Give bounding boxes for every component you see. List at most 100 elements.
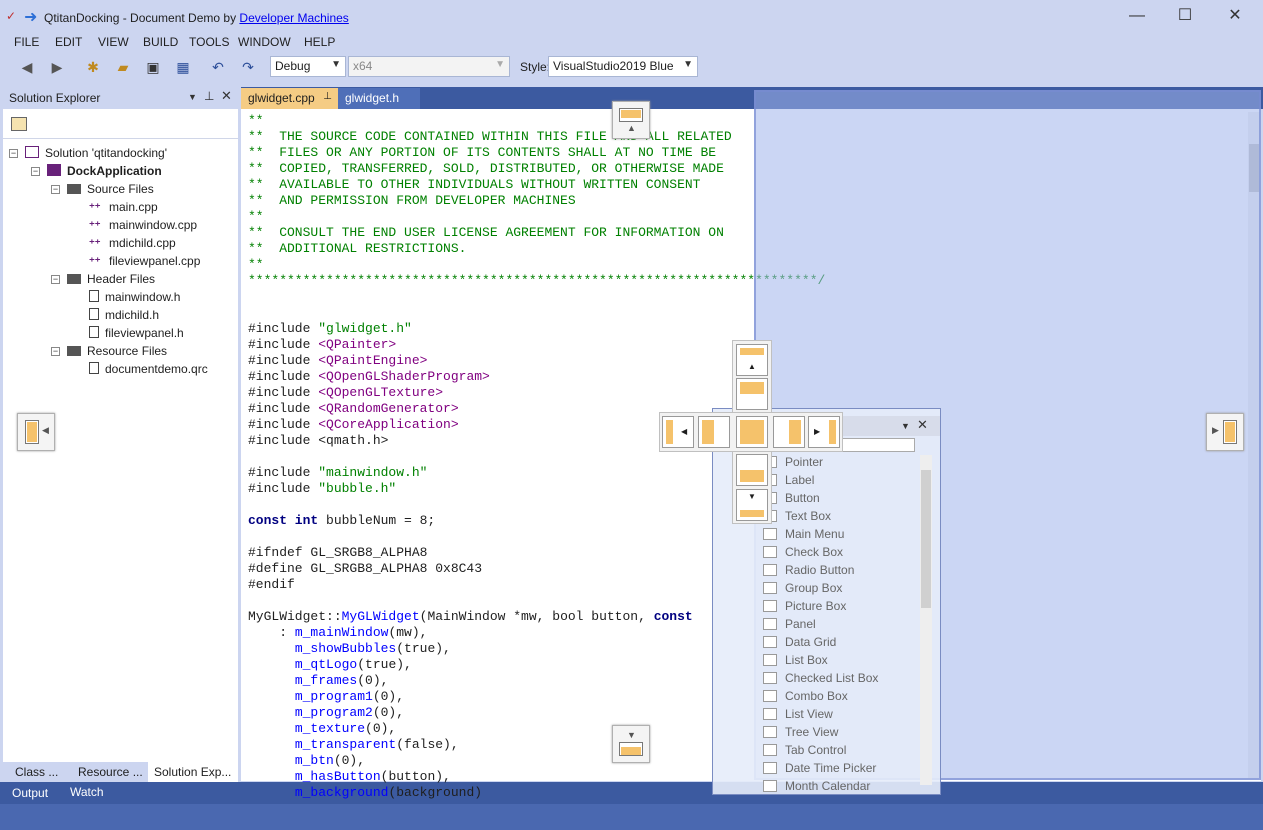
toolbox-item[interactable]: Label <box>785 473 814 487</box>
dock-outer-right[interactable]: ▶ <box>808 416 840 448</box>
save-all-icon[interactable]: ▦ <box>172 56 194 78</box>
code-token: (0), <box>365 721 397 736</box>
dock-inner-right[interactable] <box>773 416 805 448</box>
toolbox-item[interactable]: Date Time Picker <box>785 761 876 775</box>
toolbox-item[interactable]: Panel <box>785 617 816 631</box>
collapse-icon[interactable]: − <box>51 347 60 356</box>
dock-outer-left[interactable]: ◀ <box>662 416 694 448</box>
dock-outer-top[interactable]: ▲ <box>736 344 768 376</box>
minimize-button[interactable]: — <box>1114 0 1160 32</box>
code-line: ** <box>248 209 825 225</box>
toolbox-item[interactable]: Radio Button <box>785 563 854 577</box>
pin-icon[interactable]: ⊥ <box>204 89 214 103</box>
dropdown-icon[interactable]: ▼ <box>188 92 197 102</box>
code-token: <QOpenGLTexture> <box>318 385 444 400</box>
tab-solution-explorer[interactable]: Solution Exp... <box>148 762 238 782</box>
tab-glwidget-h[interactable]: glwidget.h <box>338 88 420 109</box>
code-token: <QRandomGenerator> <box>318 401 459 416</box>
dock-center[interactable] <box>736 416 768 448</box>
dock-inner-bottom[interactable] <box>736 454 768 486</box>
toolbox-item[interactable]: Month Calendar <box>785 779 870 793</box>
code-token: m_hasButton <box>294 769 381 784</box>
toolbox-item[interactable]: List Box <box>785 653 828 667</box>
menu-window[interactable]: WINDOW <box>238 35 291 49</box>
tab-glwidget-cpp[interactable]: glwidget.cpp ⊥ <box>241 88 338 109</box>
collapse-icon[interactable]: − <box>51 185 60 194</box>
tab-class-view[interactable]: Class ... <box>9 762 64 782</box>
collapse-icon[interactable]: − <box>51 275 60 284</box>
scrollbar-thumb[interactable] <box>921 470 931 608</box>
maximize-button[interactable]: ☐ <box>1162 0 1208 32</box>
tree-item[interactable]: fileviewpanel.h <box>89 326 184 340</box>
tree-item[interactable]: documentdemo.qrc <box>89 362 208 376</box>
undo-icon[interactable]: ↶ <box>207 56 229 78</box>
toolbox-item[interactable]: Picture Box <box>785 599 846 613</box>
toolbox-item-icon <box>763 600 777 612</box>
menu-file[interactable]: FILE <box>14 35 39 49</box>
tree-item[interactable]: Source Files <box>67 182 154 196</box>
tab-resource-view[interactable]: Resource ... <box>72 762 149 782</box>
menu-help[interactable]: HELP <box>304 35 335 49</box>
configuration-select[interactable]: Debug ▼ <box>270 56 346 77</box>
toolbox-item[interactable]: Tree View <box>785 725 838 739</box>
menu-tools[interactable]: TOOLS <box>189 35 229 49</box>
tree-item[interactable]: DockApplication <box>47 164 162 178</box>
back-icon[interactable]: ◀ <box>16 56 38 78</box>
tree-item[interactable]: ⁺⁺ fileviewpanel.cpp <box>89 254 200 268</box>
tree-item[interactable]: ⁺⁺ mdichild.cpp <box>89 236 176 250</box>
platform-select[interactable]: x64 ▼ <box>348 56 510 77</box>
toolbox-item[interactable]: Text Box <box>785 509 831 523</box>
collapse-icon[interactable]: − <box>31 167 40 176</box>
tree-item[interactable]: ⁺⁺ mainwindow.cpp <box>89 218 197 232</box>
tree-item[interactable]: ⁺⁺ main.cpp <box>89 200 158 214</box>
code-token: (0), <box>333 753 366 768</box>
toolbox-item[interactable]: Tab Control <box>785 743 846 757</box>
tree-item[interactable]: Solution 'qtitandocking' <box>25 146 167 160</box>
dock-guide-top[interactable]: ▲ <box>612 101 650 139</box>
open-folder-icon[interactable]: ▰ <box>112 56 134 78</box>
close-icon[interactable]: ✕ <box>221 88 232 104</box>
toolbox-item[interactable]: Checked List Box <box>785 671 878 685</box>
menu-build[interactable]: BUILD <box>143 35 178 49</box>
tree-item[interactable]: Header Files <box>67 272 155 286</box>
new-file-icon[interactable]: ✱ <box>82 56 104 78</box>
toolbox-item[interactable]: Data Grid <box>785 635 836 649</box>
redo-icon[interactable]: ↷ <box>237 56 259 78</box>
toolbox-item[interactable]: Group Box <box>785 581 842 595</box>
dock-guide-left[interactable]: ◀ <box>17 413 55 451</box>
tree-item[interactable]: mdichild.h <box>89 308 159 322</box>
style-select[interactable]: VisualStudio2019 Blue ▼ <box>548 56 698 77</box>
dropdown-icon[interactable]: ▼ <box>901 421 910 431</box>
toolbox-item[interactable]: Check Box <box>785 545 843 559</box>
toolbox-item[interactable]: Combo Box <box>785 689 848 703</box>
tab-output[interactable]: Output <box>12 786 48 800</box>
tree-item[interactable]: Resource Files <box>67 344 167 358</box>
dock-guide-bottom[interactable]: ▼ <box>612 725 650 763</box>
dock-inner-top[interactable] <box>736 378 768 410</box>
developer-link[interactable]: Developer Machines <box>239 11 348 25</box>
code-line: ** THE SOURCE CODE CONTAINED WITHIN THIS… <box>248 129 825 145</box>
tree-item[interactable]: mainwindow.h <box>89 290 180 304</box>
tab-watch[interactable]: Watch <box>70 785 104 799</box>
dock-guide-right[interactable]: ▶ <box>1206 413 1244 451</box>
save-icon[interactable]: ▣ <box>142 56 164 78</box>
toolbox-item[interactable]: Main Menu <box>785 527 844 541</box>
dock-inner-left[interactable] <box>698 416 730 448</box>
collapse-icon[interactable]: − <box>9 149 18 158</box>
forward-icon[interactable]: ▶ <box>46 56 68 78</box>
code-token: #include <box>248 369 319 384</box>
menu-view[interactable]: VIEW <box>98 35 129 49</box>
arrow-up-icon: ▲ <box>627 123 636 133</box>
code-token: (true), <box>357 657 412 672</box>
dock-outer-bottom[interactable]: ▼ <box>736 489 768 521</box>
menu-edit[interactable]: EDIT <box>55 35 82 49</box>
pin-icon[interactable]: ⊥ <box>323 91 332 102</box>
code-token: <QOpenGLShaderProgram> <box>318 369 490 384</box>
toolbox-item[interactable]: List View <box>785 707 833 721</box>
toolbox-item[interactable]: Button <box>785 491 820 505</box>
toolbox-item[interactable]: Pointer <box>785 455 823 469</box>
close-icon[interactable]: ✕ <box>917 417 928 433</box>
close-button[interactable]: ✕ <box>1212 0 1258 32</box>
properties-icon[interactable] <box>11 117 27 131</box>
code-token: "mainwindow.h" <box>318 465 428 480</box>
